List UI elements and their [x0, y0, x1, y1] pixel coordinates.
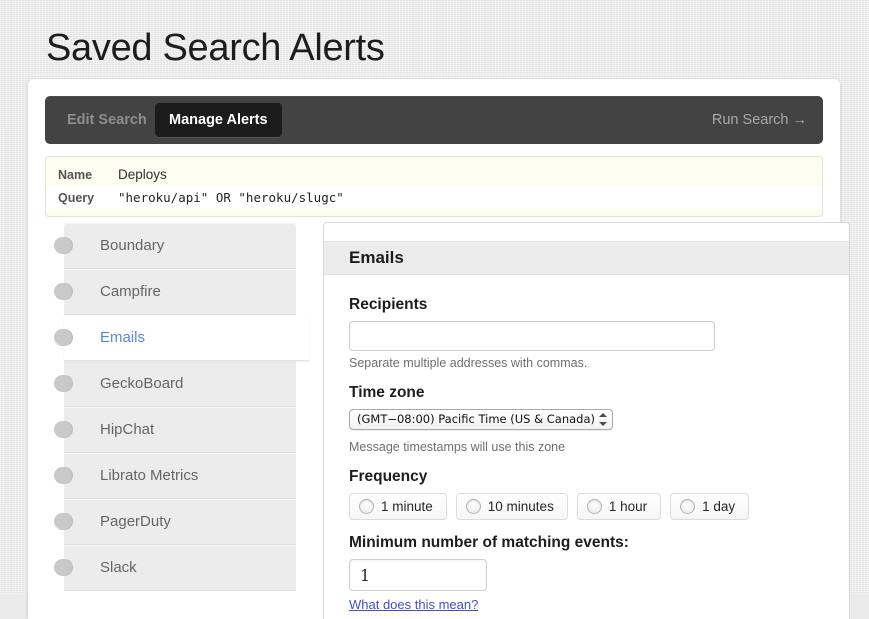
sidebar-item-librato-metrics[interactable]: Librato Metrics: [54, 453, 296, 499]
summary-row-name: Name Deploys: [46, 163, 822, 186]
timezone-select-wrapper: (GMT−08:00) Pacific Time (US & Canada): [349, 409, 613, 430]
summary-value-query: "heroku/api" OR "heroku/slugc": [118, 190, 344, 205]
main-card: Edit Search Manage Alerts Run Search → N…: [28, 79, 850, 619]
radio-icon[interactable]: [586, 499, 602, 514]
settings-panel: Emails Recipients Separate multiple addr…: [323, 222, 850, 619]
sidebar-item-label: Campfire: [100, 283, 161, 300]
summary-row-query: Query "heroku/api" OR "heroku/slugc": [46, 186, 822, 209]
tab-bar: Edit Search Manage Alerts Run Search →: [45, 96, 823, 144]
app-page: Saved Search Alerts Edit Search Manage A…: [0, 0, 869, 619]
tab-edit-search[interactable]: Edit Search: [53, 103, 161, 137]
integrations-sidebar: Boundary Campfire Emails GeckoBoard HipC…: [54, 223, 309, 619]
search-summary: Name Deploys Query "heroku/api" OR "hero…: [45, 156, 823, 217]
timezone-hint: Message timestamps will use this zone: [349, 440, 566, 454]
tab-nub-icon: [54, 513, 73, 530]
sidebar-item-label: Slack: [100, 559, 137, 576]
tab-nub-icon: [54, 375, 73, 392]
page-title: Saved Search Alerts: [46, 27, 385, 69]
frequency-option-10-minutes[interactable]: 10 minutes: [455, 493, 568, 520]
timezone-select[interactable]: (GMT−08:00) Pacific Time (US & Canada): [349, 409, 613, 430]
recipients-hint: Separate multiple addresses with commas.: [349, 356, 588, 370]
recipients-label: Recipients: [349, 296, 428, 313]
sidebar-item-label: GeckoBoard: [100, 375, 184, 392]
summary-value-name: Deploys: [118, 167, 167, 182]
sidebar-item-geckoboard[interactable]: GeckoBoard: [54, 361, 296, 407]
frequency-option-label: 10 minutes: [487, 499, 554, 514]
panel-body: Recipients Separate multiple addresses w…: [324, 275, 849, 614]
what-does-this-mean-link[interactable]: What does this mean?: [349, 597, 478, 612]
minimum-events-label: Minimum number of matching events:: [349, 534, 629, 551]
sidebar-item-slack[interactable]: Slack: [54, 545, 296, 591]
radio-icon[interactable]: [465, 499, 481, 514]
timezone-label: Time zone: [349, 384, 425, 401]
frequency-option-1-hour[interactable]: 1 hour: [576, 493, 662, 520]
sidebar-item-emails[interactable]: Emails: [54, 315, 309, 361]
panel-title: Emails: [324, 241, 849, 275]
sidebar-item-label: Boundary: [100, 237, 165, 254]
tab-nub-icon: [54, 237, 73, 254]
radio-icon[interactable]: [359, 499, 374, 514]
frequency-option-label: 1 minute: [381, 499, 433, 514]
sidebar-item-pagerduty[interactable]: PagerDuty: [54, 499, 296, 545]
sidebar-item-boundary[interactable]: Boundary: [54, 223, 296, 269]
frequency-option-label: 1 hour: [608, 499, 648, 514]
summary-label-query: Query: [58, 191, 95, 205]
frequency-option-1-minute[interactable]: 1 minute: [349, 493, 447, 520]
tab-nub-icon: [54, 329, 73, 346]
sidebar-item-campfire[interactable]: Campfire: [54, 269, 296, 315]
sidebar-item-label: Librato Metrics: [100, 467, 199, 484]
minimum-events-input[interactable]: [349, 559, 487, 591]
sidebar-item-label: Emails: [100, 329, 146, 346]
frequency-option-label: 1 day: [702, 499, 736, 514]
sidebar-item-label: HipChat: [100, 421, 155, 438]
sidebar-item-label: PagerDuty: [100, 513, 171, 530]
recipients-input[interactable]: [349, 321, 715, 351]
tab-nub-icon: [54, 559, 73, 576]
radio-icon[interactable]: [680, 499, 696, 514]
tab-nub-icon: [54, 421, 73, 438]
frequency-option-1-day[interactable]: 1 day: [670, 493, 750, 520]
tab-manage-alerts[interactable]: Manage Alerts: [155, 103, 282, 137]
frequency-label: Frequency: [349, 468, 428, 485]
tab-nub-icon: [54, 467, 73, 484]
tab-nub-icon: [54, 283, 73, 300]
sidebar-item-hipchat[interactable]: HipChat: [54, 407, 296, 453]
panel-top-spacer: [324, 223, 849, 241]
run-search-link[interactable]: Run Search →: [712, 103, 807, 137]
summary-label-name: Name: [58, 168, 93, 182]
frequency-options: 1 minute 10 minutes 1 hour 1 day: [349, 493, 824, 520]
